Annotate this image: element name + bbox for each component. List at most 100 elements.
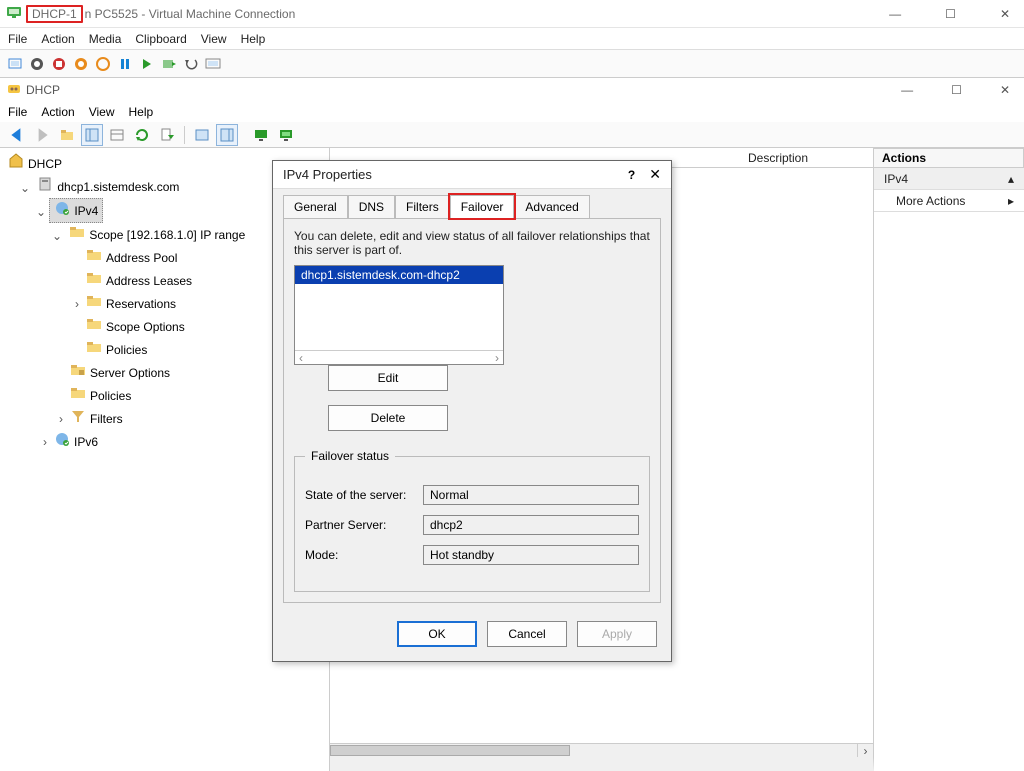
- mode-label: Mode:: [305, 548, 415, 562]
- tree-item-label: Policies: [106, 341, 147, 359]
- forward-icon[interactable]: [31, 124, 53, 146]
- actions-pane: Actions IPv4 ▴ More Actions ▸: [874, 148, 1024, 771]
- twisty-icon[interactable]: ⌄: [52, 227, 62, 245]
- cancel-button[interactable]: Cancel: [487, 621, 567, 647]
- help-icon[interactable]: ?: [628, 168, 635, 182]
- vm-menu-help[interactable]: Help: [241, 32, 266, 46]
- close-icon[interactable]: ✕: [649, 166, 661, 183]
- dhcp-toolbar: [0, 122, 1024, 148]
- save-icon[interactable]: [94, 55, 112, 73]
- up-icon[interactable]: [56, 124, 78, 146]
- tree-item-label: Server Options: [90, 364, 170, 382]
- h-scrollbar[interactable]: ›: [330, 743, 873, 757]
- checkpoint-icon[interactable]: [160, 55, 178, 73]
- dhcp-menu-action[interactable]: Action: [41, 105, 74, 119]
- dhcp-close-button[interactable]: ✕: [992, 79, 1018, 101]
- reset-icon[interactable]: [138, 55, 156, 73]
- dhcp-menu-help[interactable]: Help: [129, 105, 154, 119]
- refresh-icon[interactable]: [131, 124, 153, 146]
- folder-icon: [70, 385, 86, 406]
- maximize-button[interactable]: ☐: [937, 3, 964, 25]
- minimize-button[interactable]: —: [881, 3, 909, 25]
- tree-scope[interactable]: Scope [192.168.1.0] IP range: [65, 223, 249, 246]
- col-description[interactable]: Description: [740, 151, 873, 165]
- ipv4-icon: [54, 200, 70, 221]
- tab-advanced[interactable]: Advanced: [514, 195, 589, 218]
- vm-menu-clipboard[interactable]: Clipboard: [135, 32, 186, 46]
- tree-item-label: Address Pool: [106, 249, 177, 267]
- failover-desc: You can delete, edit and view status of …: [294, 229, 650, 257]
- delete-button[interactable]: Delete: [328, 405, 448, 431]
- tree-scope-label: Scope [192.168.1.0] IP range: [89, 226, 245, 244]
- folder-icon: [86, 339, 102, 360]
- tree-item-label: Reservations: [106, 295, 176, 313]
- twisty-icon[interactable]: ⌄: [20, 179, 30, 197]
- vm-menu-media[interactable]: Media: [89, 32, 122, 46]
- tab-dns[interactable]: DNS: [348, 195, 395, 218]
- vm-title-highlight: DHCP-1: [26, 5, 83, 23]
- collapse-icon[interactable]: ▴: [1008, 172, 1014, 186]
- folder-icon: [69, 224, 85, 245]
- back-icon[interactable]: [6, 124, 28, 146]
- shutdown-icon[interactable]: [72, 55, 90, 73]
- show-hide-tree-icon[interactable]: [81, 124, 103, 146]
- actions-ipv4[interactable]: IPv4 ▴: [874, 168, 1024, 190]
- vm-menu-file[interactable]: File: [8, 32, 27, 46]
- start-icon[interactable]: [28, 55, 46, 73]
- dialog-titlebar[interactable]: IPv4 Properties ? ✕: [273, 161, 671, 189]
- vm-window-controls: — ☐ ✕: [881, 3, 1018, 25]
- tree-item-label: Address Leases: [106, 272, 192, 290]
- tab-general[interactable]: General: [283, 195, 348, 218]
- vm-menubar: File Action Media Clipboard View Help: [0, 28, 1024, 50]
- actions-more[interactable]: More Actions ▸: [874, 190, 1024, 212]
- turnoff-icon[interactable]: [50, 55, 68, 73]
- folder-icon: [86, 316, 102, 337]
- failover-listbox[interactable]: dhcp1.sistemdesk.com-dhcp2 ‹›: [294, 265, 504, 365]
- tree-server[interactable]: dhcp1.sistemdesk.com: [33, 175, 183, 198]
- ctrl-alt-del-icon[interactable]: [6, 55, 24, 73]
- dhcp-menu-view[interactable]: View: [89, 105, 115, 119]
- scrollbar-thumb[interactable]: [330, 745, 570, 756]
- vm-title-rest: n PC5525 - Virtual Machine Connection: [85, 7, 296, 21]
- filter-icon[interactable]: [216, 124, 238, 146]
- failover-list-item[interactable]: dhcp1.sistemdesk.com-dhcp2: [295, 266, 503, 284]
- vm-titlebar: DHCP-1 n PC5525 - Virtual Machine Connec…: [0, 0, 1024, 28]
- actions-group-label: IPv4: [884, 172, 908, 186]
- monitor1-icon[interactable]: [250, 124, 272, 146]
- twisty-icon[interactable]: ›: [56, 410, 66, 428]
- ok-button[interactable]: OK: [397, 621, 477, 647]
- scroll-right-icon[interactable]: ›: [857, 744, 873, 757]
- detail-icon[interactable]: [106, 124, 128, 146]
- enhanced-session-icon[interactable]: [204, 55, 222, 73]
- twisty-icon[interactable]: ›: [72, 295, 82, 313]
- pause-icon[interactable]: [116, 55, 134, 73]
- twisty-icon[interactable]: ⌄: [36, 203, 46, 221]
- close-button[interactable]: ✕: [992, 3, 1018, 25]
- tree-ipv4-label: IPv4: [74, 202, 98, 220]
- actions-header: Actions: [874, 148, 1024, 168]
- monitor2-icon[interactable]: [275, 124, 297, 146]
- partner-value: dhcp2: [423, 515, 639, 535]
- tab-failover[interactable]: Failover: [450, 195, 515, 218]
- vm-menu-view[interactable]: View: [201, 32, 227, 46]
- dialog-title: IPv4 Properties: [283, 167, 628, 182]
- revert-icon[interactable]: [182, 55, 200, 73]
- twisty-icon[interactable]: ›: [40, 433, 50, 451]
- apply-button[interactable]: Apply: [577, 621, 657, 647]
- dhcp-minimize-button[interactable]: —: [893, 79, 921, 101]
- mode-value: Hot standby: [423, 545, 639, 565]
- tree-item-label: Scope Options: [106, 318, 185, 336]
- dhcp-maximize-button[interactable]: ☐: [943, 79, 970, 101]
- vm-menu-action[interactable]: Action: [41, 32, 74, 46]
- dhcp-menu-file[interactable]: File: [8, 105, 27, 119]
- listbox-hscroll[interactable]: ‹›: [295, 350, 503, 365]
- dhcp-titlebar: DHCP — ☐ ✕: [0, 78, 1024, 102]
- properties-icon[interactable]: [191, 124, 213, 146]
- dhcp-menubar: File Action View Help: [0, 102, 1024, 122]
- tree-item-label: IPv6: [74, 433, 98, 451]
- tab-filters[interactable]: Filters: [395, 195, 450, 218]
- edit-button[interactable]: Edit: [328, 365, 448, 391]
- export-icon[interactable]: [156, 124, 178, 146]
- vm-window: DHCP-1 n PC5525 - Virtual Machine Connec…: [0, 0, 1024, 771]
- tree-ipv4[interactable]: IPv4: [49, 198, 103, 223]
